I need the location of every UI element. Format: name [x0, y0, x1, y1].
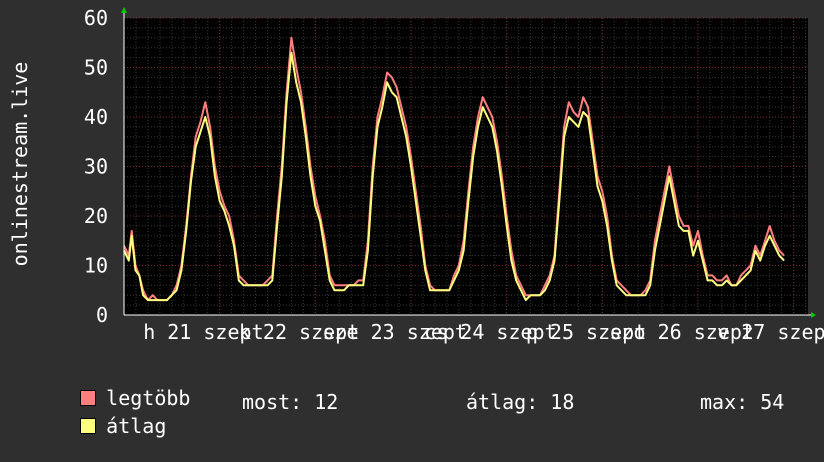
- y-tick-label: 50: [84, 56, 108, 80]
- stat-max: max: 54: [700, 390, 785, 414]
- y-tick-label: 30: [84, 155, 108, 179]
- x-tick-label: v 27 szept: [717, 320, 824, 344]
- y-tick-label: 60: [84, 6, 108, 30]
- y-tick-label: 40: [84, 105, 108, 129]
- y-axis-label: onlinestream.live: [8, 62, 32, 267]
- atlag-swatch: [80, 418, 97, 434]
- x-axis-ticks: h 21 szeptk 22 szeptsze 23 szeptcs 24 sz…: [143, 320, 824, 344]
- y-tick-label: 10: [84, 254, 108, 278]
- legend-item-atlag: átlag: [32, 390, 166, 462]
- stat-most: most: 12: [242, 390, 339, 414]
- stat-atlag: átlag: 18: [466, 390, 575, 414]
- legend-label-atlag: átlag: [106, 414, 167, 438]
- chart: 0 10 20 30 40 50 60 h 21 szept k 22 szept sze 23…: [0, 0, 824, 438]
- y-tick-label: 0: [96, 303, 108, 327]
- y-tick-label: 20: [84, 204, 108, 228]
